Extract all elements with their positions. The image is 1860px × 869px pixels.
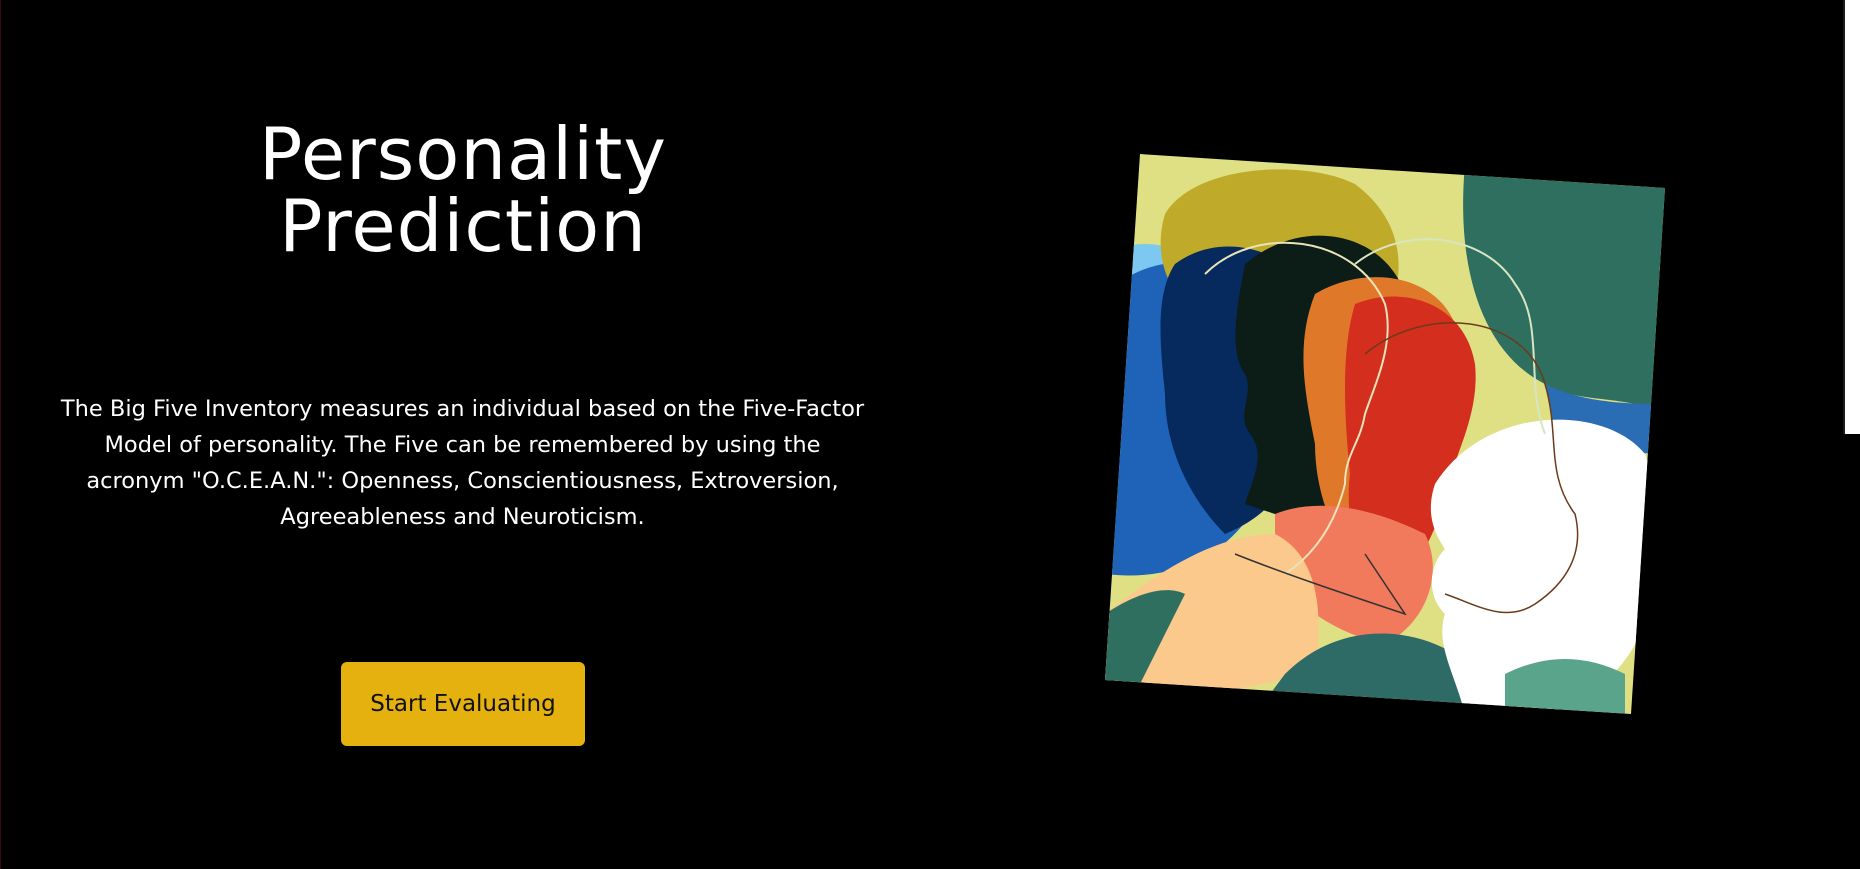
page-title: Personality Prediction	[63, 118, 863, 262]
title-line-2: Prediction	[279, 184, 647, 268]
illustration-layers	[1105, 154, 1665, 714]
landing-page: Personality Prediction The Big Five Inve…	[0, 0, 1860, 869]
personality-heads-illustration	[1105, 154, 1665, 714]
title-line-1: Personality	[259, 112, 667, 196]
start-evaluating-button[interactable]: Start Evaluating	[341, 662, 585, 746]
hero-description: The Big Five Inventory measures an indiv…	[60, 396, 865, 530]
window-edge	[0, 0, 1, 869]
scrollbar-track[interactable]	[1845, 0, 1860, 434]
